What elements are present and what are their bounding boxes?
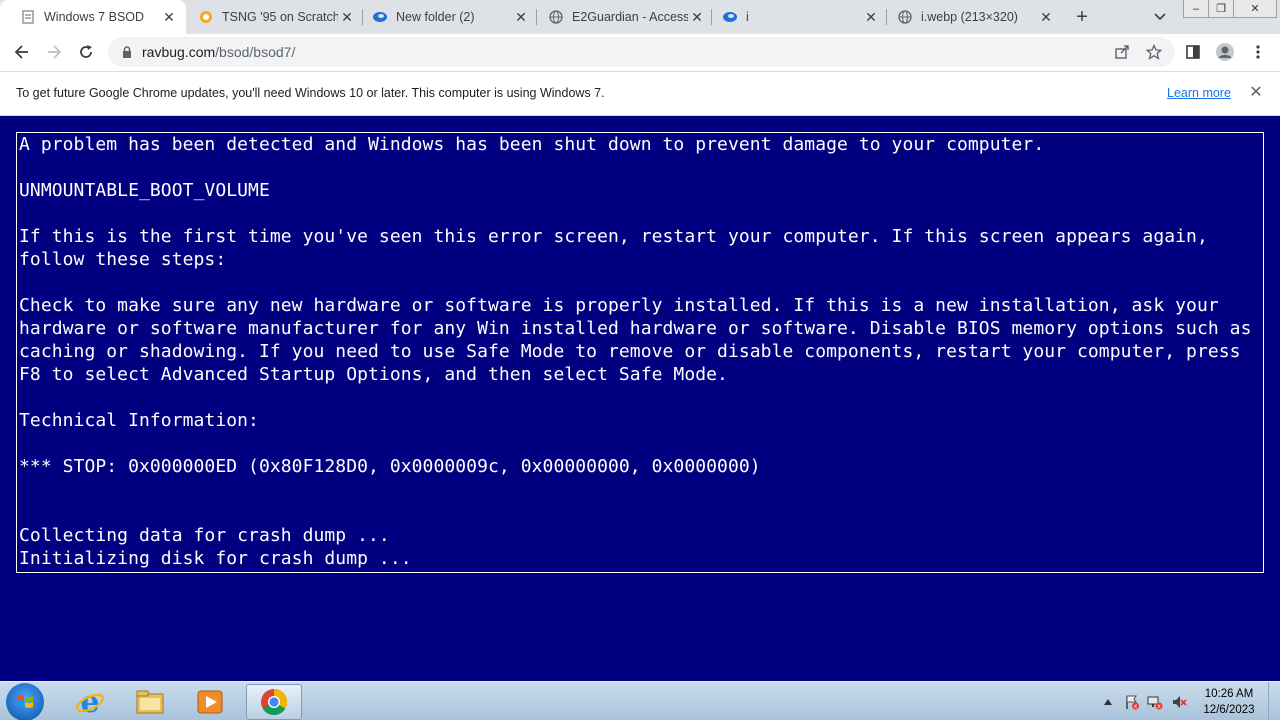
infobar-message: To get future Google Chrome updates, you… — [16, 86, 605, 100]
start-button[interactable] — [6, 683, 44, 720]
url-path: /bsod/bsod7/ — [215, 44, 296, 60]
bsod-line: Check to make sure any new hardware or s… — [19, 295, 1219, 316]
tab-title: E2Guardian - Access — [572, 10, 688, 24]
bsod-line: Technical Information: — [19, 410, 259, 431]
url-host: ravbug.com — [142, 44, 216, 60]
chrome-icon[interactable] — [246, 684, 302, 720]
profile-avatar-icon[interactable] — [1211, 38, 1239, 66]
action-center-flag-icon[interactable]: x — [1124, 694, 1140, 710]
show-hidden-icons-icon[interactable] — [1100, 694, 1116, 710]
tab-strip: Windows 7 BSOD ✕ TSNG '95 on Scratch ✕ N… — [0, 0, 1280, 34]
tab-i[interactable]: i ✕ — [702, 0, 888, 34]
url-text[interactable]: ravbug.com/bsod/bsod7/ — [142, 44, 295, 60]
back-button[interactable] — [8, 38, 36, 66]
tab-title: TSNG '95 on Scratch — [222, 10, 338, 24]
windows-logo-icon — [17, 695, 33, 708]
lock-icon[interactable] — [120, 45, 134, 59]
bsod-line: F8 to select Advanced Startup Options, a… — [19, 364, 728, 385]
close-window-button[interactable]: ✕ — [1233, 0, 1277, 18]
bsod-line: If this is the first time you've seen th… — [19, 226, 1208, 247]
close-icon[interactable]: ✕ — [160, 8, 178, 26]
chevron-down-icon[interactable] — [1150, 8, 1170, 26]
svg-text:e: e — [80, 687, 99, 717]
bsod-line: *** STOP: 0x000000ED (0x80F128D0, 0x0000… — [19, 456, 761, 477]
internet-explorer-icon[interactable]: e — [62, 684, 118, 720]
scratch-icon — [198, 9, 214, 25]
reload-button[interactable] — [72, 38, 100, 66]
globe-icon — [897, 9, 913, 25]
page-content: A problem has been detected and Windows … — [0, 117, 1280, 681]
clock-time: 10:26 AM — [1204, 688, 1254, 700]
bsod-text: A problem has been detected and Windows … — [19, 133, 1251, 570]
update-infobar: To get future Google Chrome updates, you… — [0, 71, 1280, 116]
bsod-line: follow these steps: — [19, 249, 227, 270]
show-desktop-button[interactable] — [1268, 682, 1280, 720]
share-icon[interactable] — [1108, 38, 1136, 66]
address-bar[interactable]: ravbug.com/bsod/bsod7/ — [108, 37, 1175, 67]
network-icon[interactable]: x — [1147, 694, 1163, 710]
bsod-line: caching or shadowing. If you need to use… — [19, 341, 1241, 362]
forward-arrow-icon — [48, 45, 62, 59]
file-explorer-icon[interactable] — [122, 684, 178, 720]
maximize-button[interactable]: ❐ — [1208, 0, 1234, 18]
close-icon[interactable]: ✕ — [1037, 8, 1055, 26]
bsod-line: Collecting data for crash dump ... — [19, 525, 390, 546]
more-menu-icon[interactable] — [1244, 38, 1272, 66]
back-arrow-icon — [14, 45, 28, 59]
reload-icon — [80, 45, 92, 58]
bsod-screen: A problem has been detected and Windows … — [16, 132, 1264, 573]
svg-text:x: x — [1157, 703, 1161, 710]
tab-title: i — [746, 10, 749, 24]
bsod-line: Initializing disk for crash dump ... — [19, 548, 412, 569]
edge-swirl-icon — [722, 9, 738, 25]
taskbar: e x x 10:26 AM 12/6/2023 — [0, 681, 1280, 720]
svg-text:x: x — [1134, 703, 1138, 710]
edge-swirl-icon — [372, 9, 388, 25]
close-icon[interactable]: ✕ — [1247, 83, 1265, 101]
tab-title: i.webp (213×320) — [921, 10, 1018, 24]
toolbar: ravbug.com/bsod/bsod7/ — [0, 34, 1280, 71]
tab-windows-7-bsod[interactable]: Windows 7 BSOD ✕ — [0, 0, 186, 34]
tab-e2guardian[interactable]: E2Guardian - Access ✕ — [528, 0, 714, 34]
bsod-line: UNMOUNTABLE_BOOT_VOLUME — [19, 180, 270, 201]
forward-button[interactable] — [40, 38, 68, 66]
system-clock[interactable]: 10:26 AM 12/6/2023 — [1196, 686, 1262, 718]
media-player-icon[interactable] — [182, 684, 238, 720]
bookmark-star-icon[interactable] — [1140, 38, 1168, 66]
globe-icon — [548, 9, 564, 25]
tab-title: New folder (2) — [396, 10, 475, 24]
minimize-button[interactable]: – — [1183, 0, 1209, 18]
clock-date: 12/6/2023 — [1203, 704, 1255, 716]
new-tab-button[interactable]: + — [1070, 5, 1094, 29]
tab-title: Windows 7 BSOD — [44, 10, 145, 24]
tab-tsng-scratch[interactable]: TSNG '95 on Scratch ✕ — [178, 0, 364, 34]
page-icon — [20, 9, 36, 25]
bsod-line: hardware or software manufacturer for an… — [19, 318, 1252, 339]
bsod-line: A problem has been detected and Windows … — [19, 134, 1045, 155]
volume-muted-icon[interactable] — [1171, 694, 1187, 710]
learn-more-link[interactable]: Learn more — [1167, 86, 1231, 100]
tab-new-folder[interactable]: New folder (2) ✕ — [352, 0, 538, 34]
side-panel-icon[interactable] — [1179, 38, 1207, 66]
tab-i-webp[interactable]: i.webp (213×320) ✕ — [877, 0, 1063, 34]
